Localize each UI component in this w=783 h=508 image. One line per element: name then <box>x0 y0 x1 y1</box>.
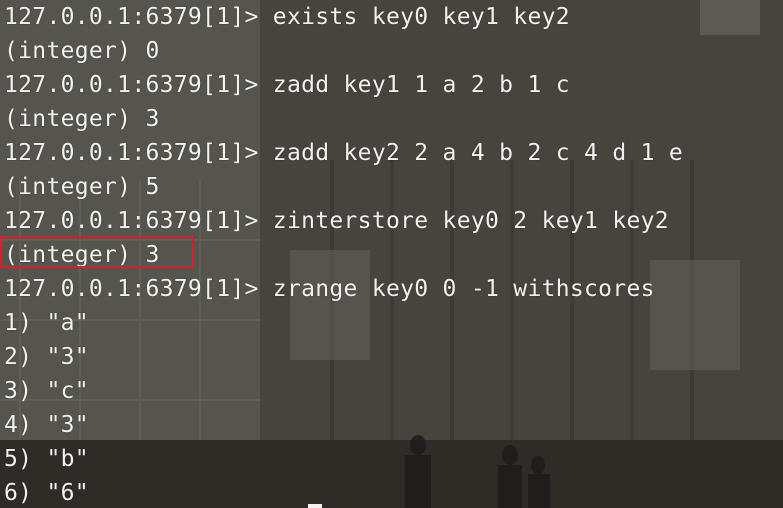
prompt-line: 127.0.0.1:6379[1]> zinterstore key0 2 ke… <box>4 208 669 234</box>
result-line: 4) "3" <box>4 412 89 438</box>
prompt-line: 127.0.0.1:6379[1]> zadd key1 1 a 2 b 1 c <box>4 72 570 98</box>
terminal-output: 127.0.0.1:6379[1]> exists key0 key1 key2… <box>4 0 683 508</box>
output-line-highlighted: (integer) 3 <box>4 242 160 268</box>
result-line: 1) "a" <box>4 310 89 336</box>
result-line: 3) "c" <box>4 378 89 404</box>
prompt-line: 127.0.0.1:6379[1]> exists key0 key1 key2 <box>4 4 570 30</box>
output-line: (integer) 3 <box>4 106 160 132</box>
result-line: 2) "3" <box>4 344 89 370</box>
result-line: 5) "b" <box>4 446 89 472</box>
output-line: (integer) 5 <box>4 174 160 200</box>
prompt-line: 127.0.0.1:6379[1]> zadd key2 2 a 4 b 2 c… <box>4 140 684 166</box>
output-line: (integer) 0 <box>4 38 160 64</box>
prompt-line: 127.0.0.1:6379[1]> zrange key0 0 -1 with… <box>4 276 655 302</box>
result-line: 6) "6" <box>4 480 89 506</box>
terminal-window[interactable]: 127.0.0.1:6379[1]> exists key0 key1 key2… <box>0 0 783 508</box>
text-cursor <box>308 504 322 508</box>
